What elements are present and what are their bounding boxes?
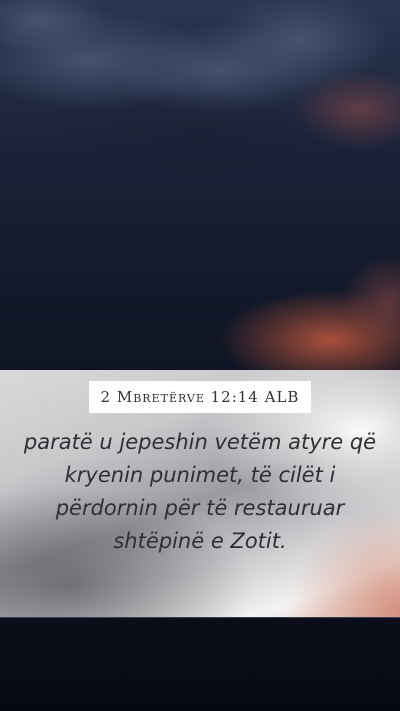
verse-reference-badge: 2 Mbretërve 12:14 ALB: [89, 381, 311, 413]
wallpaper-screen: 2 Mbretërve 12:14 ALB paratë u jepeshin …: [0, 0, 400, 711]
cloud-sky-background: [0, 0, 400, 372]
bottom-dark-band: [0, 618, 400, 711]
verse-text: paratë u jepeshin vetëm atyre që kryenin…: [23, 430, 377, 553]
verse-panel: 2 Mbretërve 12:14 ALB paratë u jepeshin …: [0, 370, 400, 618]
